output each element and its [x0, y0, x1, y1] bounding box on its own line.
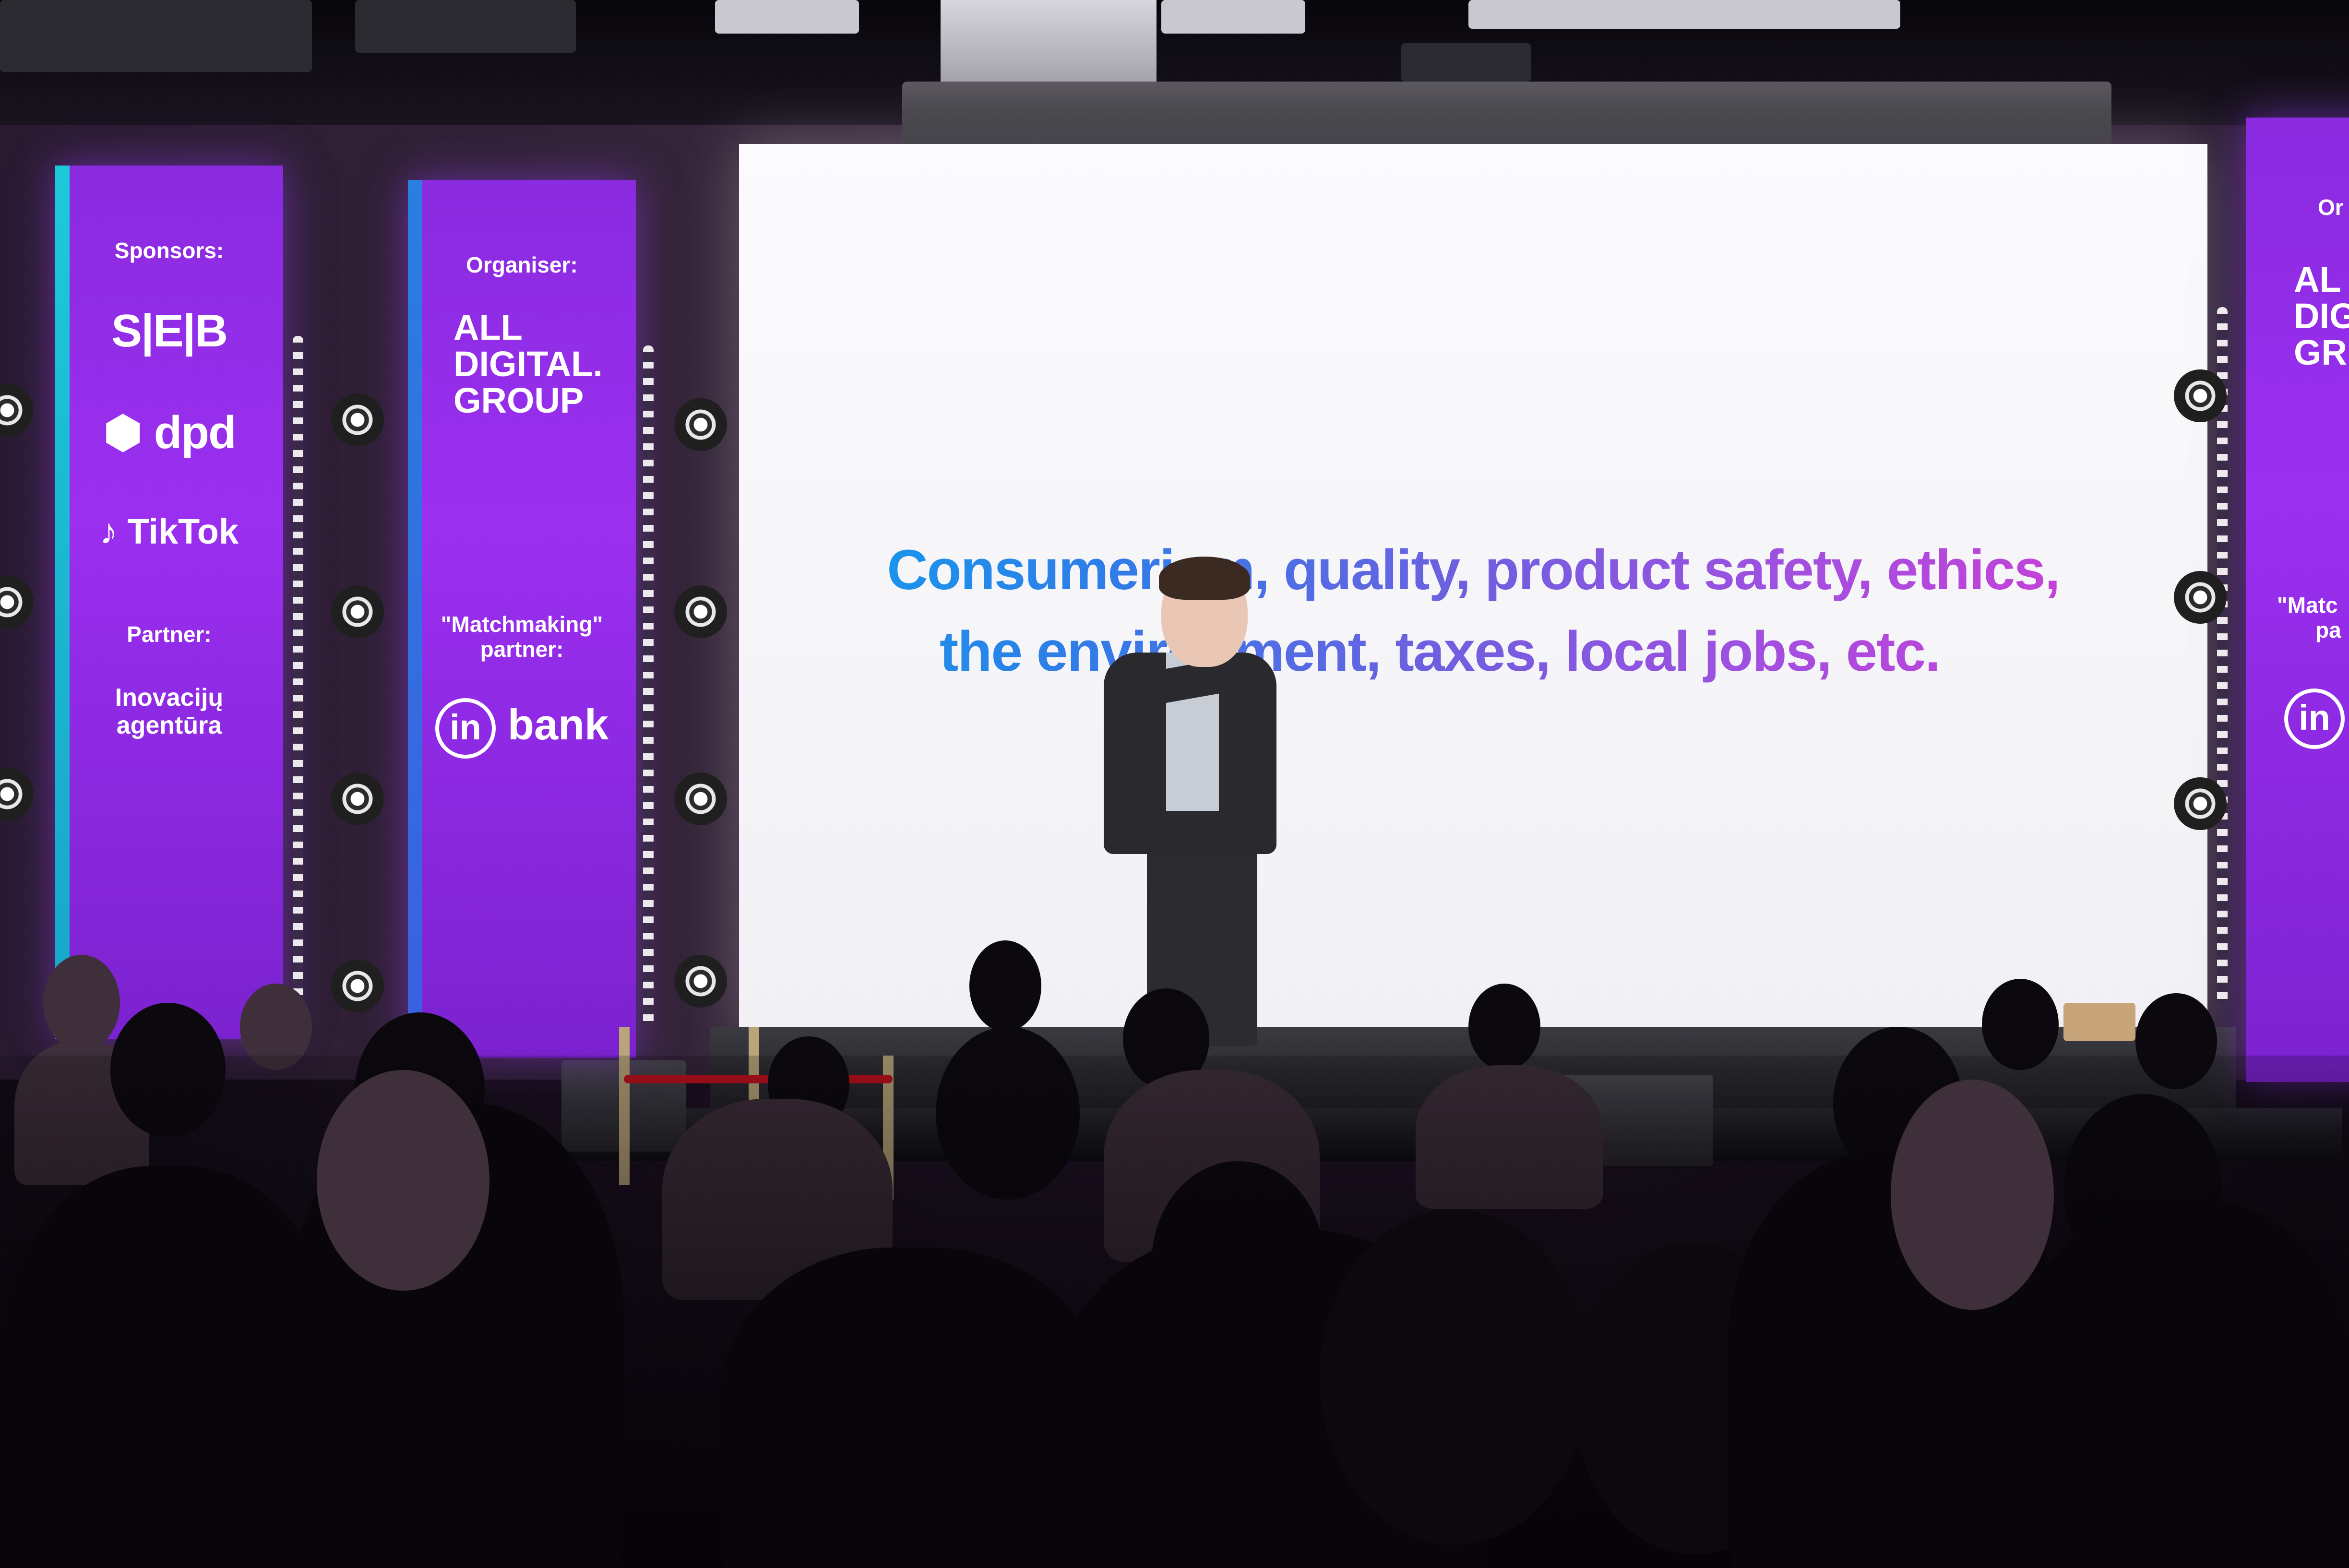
- matchmaking-right-line-2: pa: [2315, 618, 2341, 642]
- audience-head: [1320, 1209, 1588, 1545]
- slide-text-line-2: the environment, taxes, local jobs, etc.: [705, 619, 2174, 684]
- slide-text-line-1: Consumerism, quality, product safety, et…: [739, 537, 2207, 603]
- audience-head: [317, 1070, 489, 1291]
- stage-spotlight: [674, 585, 727, 638]
- all-digital-group-logo: ALL DIGITAL. GROUP: [453, 309, 636, 419]
- presentation-screen: Consumerism, quality, product safety, et…: [739, 144, 2207, 1041]
- stage-spotlight: [331, 585, 384, 638]
- led-light-strip: [643, 345, 654, 1027]
- stage-spotlight: [674, 398, 727, 451]
- audience-head: [969, 940, 1041, 1032]
- ceiling-light-fixture: [355, 0, 576, 53]
- organiser-banner: Organiser: ALL DIGITAL. GROUP "Matchmaki…: [408, 180, 636, 1058]
- stage-spotlight: [2174, 571, 2227, 624]
- seb-logo: S|E|B: [111, 305, 228, 356]
- dpd-cube-icon: ⬢: [103, 407, 143, 458]
- ceiling-light-fixture: [715, 0, 859, 34]
- stage-spotlight: [674, 955, 727, 1008]
- presenter-hair: [1159, 557, 1250, 600]
- inbank-logo-text: bank: [507, 701, 609, 749]
- led-light-strip: [293, 336, 303, 1008]
- sponsors-label: Sponsors:: [114, 238, 224, 263]
- inovaciju-agentura-logo: Inovacijų agentūra: [55, 684, 283, 739]
- matchmaking-right-line-1: "Matc: [2277, 593, 2338, 618]
- ceiling-light-fixture: [0, 0, 312, 72]
- dpd-logo: ⬢ dpd: [55, 405, 283, 459]
- inbank-logo: in bank: [408, 698, 636, 759]
- audience-member: [720, 1247, 1104, 1568]
- inovaciju-logo-line-1: Inovacijų: [115, 684, 224, 712]
- inovaciju-logo-line-2: agentūra: [116, 712, 222, 739]
- ceiling-light-fixture: [1161, 0, 1305, 34]
- stage-spotlight: [331, 960, 384, 1012]
- conference-scene: Consumerism, quality, product safety, et…: [0, 0, 2349, 1568]
- adg-logo-line-1: ALL: [453, 308, 523, 347]
- ceiling-light-fixture: [1468, 0, 1900, 29]
- organiser-banner-right: Or AL DIG GR "Matc pa in: [2246, 118, 2349, 1082]
- inbank-logo-right: in: [2284, 689, 2349, 749]
- organiser-label-right: Or: [2318, 195, 2344, 220]
- adg-logo-line-3: GROUP: [453, 380, 584, 420]
- audience-member: [0, 1166, 336, 1568]
- matchmaking-partner-label: "Matchmaking" partner:: [408, 612, 636, 662]
- all-digital-group-logo-right: AL DIG GR: [2294, 261, 2349, 371]
- ceiling-camera: [1401, 43, 1531, 82]
- adg-logo-line-2: DIGITAL.: [453, 344, 603, 384]
- adg-right-line-3: GR: [2294, 333, 2347, 372]
- stage-spotlight: [2174, 777, 2227, 830]
- tiktok-logo: ♪ TikTok: [55, 511, 283, 552]
- banner-edge-light: [55, 166, 70, 1039]
- stage-spotlight: [2174, 369, 2227, 422]
- tiktok-logo-text: TikTok: [127, 511, 239, 551]
- matchmaking-label-line-1: "Matchmaking": [441, 612, 603, 637]
- tiktok-note-icon: ♪: [99, 511, 118, 551]
- audience-member: [2015, 1200, 2349, 1568]
- inbank-in-circle: in: [435, 698, 496, 759]
- adg-right-line-2: DIG: [2294, 296, 2349, 336]
- side-table: [2063, 1003, 2135, 1041]
- audience-head: [43, 955, 120, 1051]
- adg-right-line-1: AL: [2294, 260, 2341, 299]
- audience-head: [1891, 1080, 2054, 1310]
- stage-spotlight: [674, 772, 727, 825]
- organiser-label: Organiser:: [466, 252, 578, 277]
- screen-housing: [902, 82, 2111, 144]
- partner-label: Partner:: [127, 622, 212, 647]
- dpd-logo-text: dpd: [154, 407, 237, 458]
- sponsors-banner: Sponsors: S|E|B ⬢ dpd ♪ TikTok Partner: …: [55, 166, 283, 1039]
- matchmaking-label-right: "Matc pa: [2277, 593, 2349, 642]
- inbank-in-circle-right: in: [2284, 689, 2345, 749]
- stage-spotlight: [331, 772, 384, 825]
- matchmaking-label-line-2: partner:: [480, 637, 564, 662]
- stage-spotlight: [331, 393, 384, 446]
